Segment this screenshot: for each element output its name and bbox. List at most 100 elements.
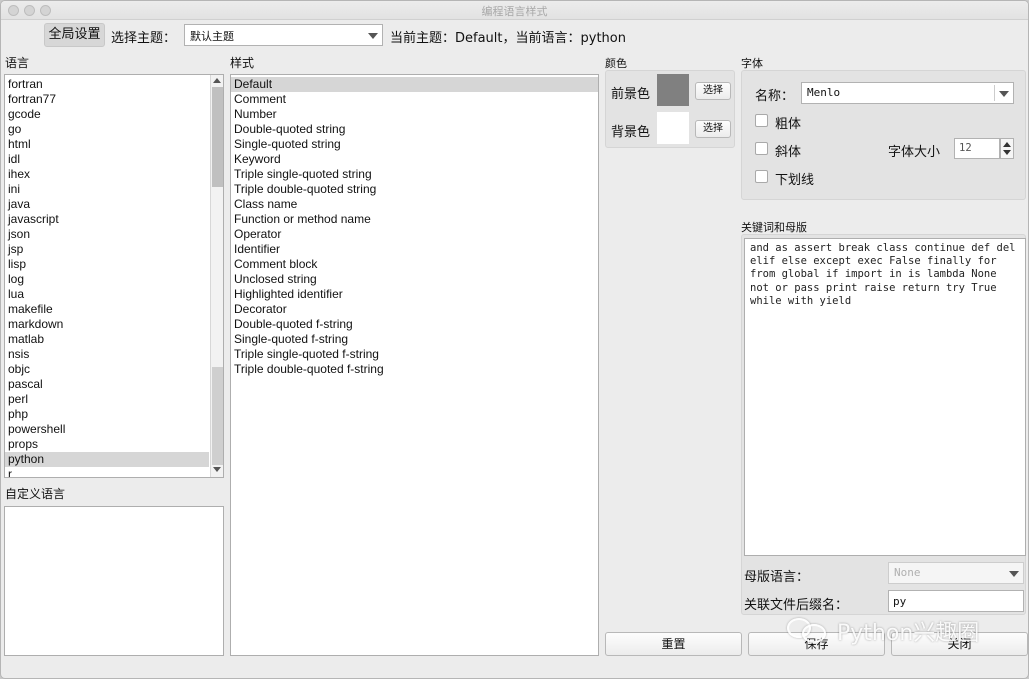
- language-item[interactable]: java: [5, 197, 209, 212]
- language-item[interactable]: php: [5, 407, 209, 422]
- foreground-label: 前景色: [611, 87, 651, 102]
- choose-foreground-button[interactable]: 选择: [695, 82, 731, 100]
- language-item[interactable]: html: [5, 137, 209, 152]
- style-item[interactable]: Class name: [231, 197, 598, 212]
- font-name-label: 名称：: [755, 89, 795, 104]
- style-item[interactable]: Default: [231, 77, 598, 92]
- language-item[interactable]: json: [5, 227, 209, 242]
- decrement-icon[interactable]: [1003, 150, 1011, 155]
- choose-background-button[interactable]: 选择: [695, 120, 731, 138]
- chevron-down-icon: [1009, 571, 1019, 577]
- language-item[interactable]: lisp: [5, 257, 209, 272]
- background-swatch[interactable]: [657, 112, 689, 144]
- language-item[interactable]: ihex: [5, 167, 209, 182]
- theme-select[interactable]: 默认主题: [184, 24, 383, 46]
- language-item[interactable]: objc: [5, 362, 209, 377]
- style-item[interactable]: Single-quoted f-string: [231, 332, 598, 347]
- foreground-swatch[interactable]: [657, 74, 689, 106]
- language-item[interactable]: fortran: [5, 77, 209, 92]
- style-item[interactable]: Double-quoted f-string: [231, 317, 598, 332]
- language-item[interactable]: perl: [5, 392, 209, 407]
- language-item[interactable]: go: [5, 122, 209, 137]
- chevron-down-icon: [368, 33, 378, 39]
- bold-label: 粗体: [775, 117, 802, 132]
- styles-list[interactable]: Default Comment Number Double-quoted string…: [230, 74, 599, 656]
- language-item[interactable]: idl: [5, 152, 209, 167]
- style-item[interactable]: Single-quoted string: [231, 137, 598, 152]
- style-item[interactable]: Double-quoted string: [231, 122, 598, 137]
- keywords-title: 关键词和母版: [741, 221, 807, 234]
- custom-language-list[interactable]: [4, 506, 224, 656]
- style-item[interactable]: Unclosed string: [231, 272, 598, 287]
- language-item[interactable]: powershell: [5, 422, 209, 437]
- style-item[interactable]: Triple double-quoted f-string: [231, 362, 598, 377]
- font-name-select[interactable]: Menlo: [801, 82, 1014, 104]
- bold-checkbox[interactable]: [755, 114, 768, 127]
- scroll-track-lower: [212, 367, 223, 465]
- style-item[interactable]: Decorator: [231, 302, 598, 317]
- scroll-up-icon[interactable]: [213, 78, 221, 83]
- increment-icon[interactable]: [1003, 142, 1011, 147]
- language-item[interactable]: log: [5, 272, 209, 287]
- template-language-select[interactable]: None: [888, 562, 1024, 584]
- language-item[interactable]: makefile: [5, 302, 209, 317]
- italic-checkbox[interactable]: [755, 142, 768, 155]
- language-item[interactable]: python: [5, 452, 209, 467]
- underline-checkbox[interactable]: [755, 170, 768, 183]
- language-item[interactable]: javascript: [5, 212, 209, 227]
- language-title: 语言: [5, 56, 30, 70]
- font-name-value: Menlo: [807, 86, 841, 99]
- language-list[interactable]: fortran fortran77 gcode go html idl ihex ini jav…: [4, 74, 224, 478]
- style-item[interactable]: Comment block: [231, 257, 598, 272]
- style-item[interactable]: Operator: [231, 227, 598, 242]
- language-item[interactable]: markdown: [5, 317, 209, 332]
- language-item[interactable]: ini: [5, 182, 209, 197]
- color-panel: 前景色 选择 背景色 选择: [605, 70, 735, 148]
- custom-language-title: 自定义语言: [5, 487, 66, 501]
- chevron-down-icon: [999, 91, 1009, 97]
- font-size-label: 字体大小: [888, 145, 941, 160]
- font-size-value: 12: [959, 142, 972, 154]
- style-item[interactable]: Highlighted identifier: [231, 287, 598, 302]
- color-title: 颜色: [605, 57, 627, 70]
- style-item[interactable]: Function or method name: [231, 212, 598, 227]
- language-item[interactable]: r: [5, 467, 209, 477]
- language-item[interactable]: matlab: [5, 332, 209, 347]
- language-item[interactable]: lua: [5, 287, 209, 302]
- language-item[interactable]: pascal: [5, 377, 209, 392]
- font-size-stepper[interactable]: [1000, 138, 1014, 159]
- language-item[interactable]: gcode: [5, 107, 209, 122]
- underline-label: 下划线: [775, 173, 815, 188]
- background-label: 背景色: [611, 125, 651, 140]
- language-scrollbar[interactable]: [210, 75, 223, 477]
- scroll-thumb[interactable]: [212, 87, 223, 187]
- reset-button[interactable]: 重置: [605, 632, 742, 656]
- suffix-value: py: [893, 595, 907, 608]
- global-settings-button[interactable]: 全局设置: [44, 23, 105, 47]
- template-language-label: 母版语言：: [744, 570, 810, 585]
- style-item[interactable]: Triple single-quoted string: [231, 167, 598, 182]
- title-bar: 编程语言样式: [1, 1, 1028, 20]
- theme-select-value: 默认主题: [190, 30, 234, 43]
- style-item[interactable]: Triple single-quoted f-string: [231, 347, 598, 362]
- font-size-input[interactable]: 12: [954, 138, 1000, 159]
- language-item[interactable]: props: [5, 437, 209, 452]
- watermark-text: Python兴趣圈: [837, 621, 980, 646]
- language-item[interactable]: fortran77: [5, 92, 209, 107]
- suffix-label: 关联文件后缀名：: [744, 598, 849, 613]
- combo-divider: [994, 85, 995, 101]
- font-title: 字体: [741, 57, 763, 70]
- window-title: 编程语言样式: [481, 5, 548, 18]
- style-item[interactable]: Comment: [231, 92, 598, 107]
- language-item[interactable]: jsp: [5, 242, 209, 257]
- scroll-down-icon[interactable]: [213, 467, 221, 472]
- style-item[interactable]: Identifier: [231, 242, 598, 257]
- language-item[interactable]: nsis: [5, 347, 209, 362]
- style-item[interactable]: Number: [231, 107, 598, 122]
- language-items: fortran fortran77 gcode go html idl ihex ini jav…: [5, 77, 209, 477]
- style-item[interactable]: Keyword: [231, 152, 598, 167]
- keywords-textarea[interactable]: and as assert break class continue def d…: [744, 238, 1026, 556]
- styles-title: 样式: [230, 56, 255, 70]
- style-item[interactable]: Triple double-quoted string: [231, 182, 598, 197]
- suffix-input[interactable]: py: [888, 590, 1024, 612]
